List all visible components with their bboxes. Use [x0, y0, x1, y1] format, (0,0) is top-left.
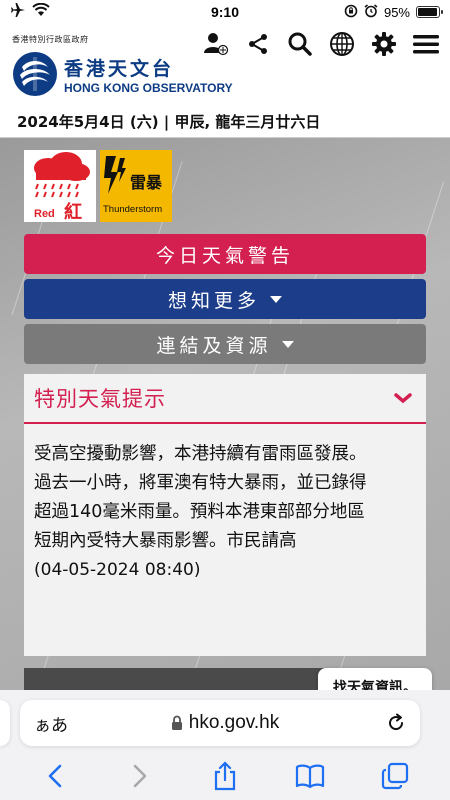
- chevron-down-icon[interactable]: [394, 392, 412, 404]
- notice-timestamp: (04-05-2024 08:40): [34, 560, 201, 580]
- url-text: hko.gov.hk: [188, 712, 280, 733]
- caret-down-icon: [270, 295, 282, 303]
- notice-line: 過去一小時，將軍澳有特大暴雨，並已錄得: [34, 473, 367, 493]
- caret-down-icon: [281, 340, 294, 348]
- user-settings-icon[interactable]: [202, 30, 230, 58]
- lock-icon: [171, 715, 182, 730]
- special-weather-tips-header[interactable]: 特別天氣提示: [24, 374, 426, 424]
- menu-icon[interactable]: [412, 30, 440, 58]
- reload-icon[interactable]: [386, 713, 406, 733]
- airplane-icon: [10, 3, 26, 21]
- share-icon: [214, 761, 236, 791]
- thunderstorm-label-en: Thunderstorm: [103, 204, 162, 215]
- special-weather-tips-panel: 特別天氣提示 受高空擾動影響，本港持續有雷雨區發展。 過去一小時，將軍澳有特大暴…: [24, 374, 426, 656]
- bookmarks-icon: [296, 764, 325, 789]
- tabs-icon: [382, 762, 409, 790]
- rainstorm-label-cn: 紅: [64, 201, 82, 222]
- notice-line: 受高空擾動影響，本港持續有雷雨區發展。: [34, 444, 367, 464]
- hko-emblem-icon: [13, 52, 57, 96]
- want-to-know-more-label: 想知更多: [167, 289, 260, 312]
- previous-tab-peek[interactable]: [0, 700, 10, 746]
- rotation-lock-icon: [344, 4, 358, 21]
- back-icon: [48, 764, 61, 788]
- battery-level-fill: [418, 8, 437, 16]
- weather-background: Red 紅 雷暴 Thunderstorm 今日天氣警告 想知更多 連結及資源 …: [0, 138, 450, 700]
- alarm-icon: [364, 3, 378, 21]
- notice-line: 短期內受特大暴雨影響。市民請高: [34, 531, 297, 551]
- logo-government-text: 香港特別行政區政府: [12, 35, 89, 44]
- wifi-icon: [32, 2, 50, 21]
- clock: 9:10: [210, 4, 240, 20]
- share-page-button[interactable]: [207, 758, 243, 794]
- share-icon[interactable]: [244, 30, 272, 58]
- special-weather-tips-title: 特別天氣提示: [34, 387, 166, 411]
- notice-line: 超過140毫米雨量。預料本港東部部分地區: [34, 502, 365, 522]
- today-warnings-button[interactable]: 今日天氣警告: [24, 234, 426, 274]
- browser-toolbar: [0, 756, 450, 796]
- globe-icon[interactable]: [328, 30, 356, 58]
- browser-bottom-bar: ぁあ hko.gov.hk: [0, 690, 450, 800]
- date-line: 2024年5月4日 (六) | 甲辰, 龍年三月廿六日: [0, 106, 450, 138]
- warning-icons: Red 紅 雷暴 Thunderstorm: [24, 150, 172, 222]
- back-button[interactable]: [37, 758, 73, 794]
- gear-icon[interactable]: [370, 30, 398, 58]
- search-icon[interactable]: [286, 30, 314, 58]
- address-bar[interactable]: ぁあ hko.gov.hk: [20, 700, 420, 746]
- tabs-button[interactable]: [377, 758, 413, 794]
- special-weather-tips-body: 受高空擾動影響，本港持續有雷雨區發展。 過去一小時，將軍澳有特大暴雨，並已錄得 …: [24, 424, 426, 585]
- bookmarks-button[interactable]: [292, 758, 328, 794]
- logo-title-en: HONG KONG OBSERVATORY: [64, 80, 233, 95]
- want-to-know-more-button[interactable]: 想知更多: [24, 279, 426, 319]
- forward-icon: [133, 764, 147, 788]
- red-rainstorm-warning-icon[interactable]: Red 紅: [24, 150, 96, 222]
- links-resources-button[interactable]: 連結及資源: [24, 324, 426, 364]
- rainstorm-label-en: Red: [34, 208, 55, 220]
- thunderstorm-warning-icon[interactable]: 雷暴 Thunderstorm: [100, 150, 172, 222]
- links-resources-label: 連結及資源: [156, 334, 272, 357]
- page-settings-button[interactable]: ぁあ: [34, 711, 84, 736]
- status-bar: 9:10 95%: [0, 0, 450, 24]
- hko-logo[interactable]: 香港特別行政區政府 香港天文台 HONG KONG OBSERVATORY: [12, 34, 233, 97]
- site-header: 香港特別行政區政府 香港天文台 HONG KONG OBSERVATORY: [0, 24, 450, 100]
- battery-icon: [416, 6, 443, 18]
- forward-button[interactable]: [122, 758, 158, 794]
- battery-percent: 95%: [383, 4, 410, 20]
- thunderstorm-label-cn: 雷暴: [130, 173, 163, 192]
- today-warnings-label: 今日天氣警告: [155, 244, 294, 267]
